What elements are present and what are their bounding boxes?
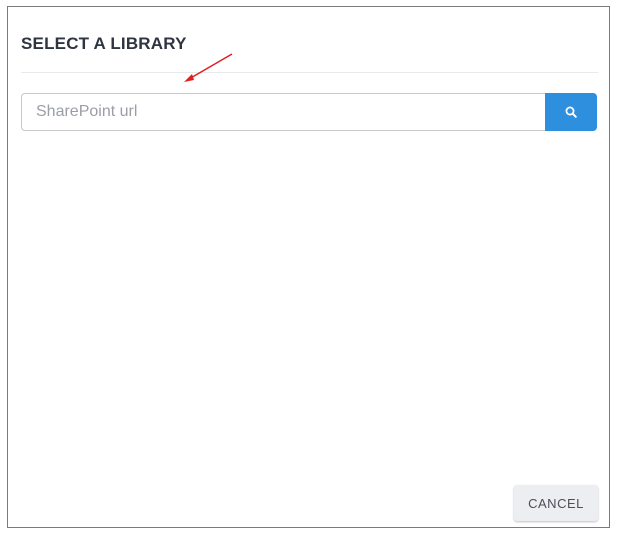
search-icon bbox=[565, 106, 577, 118]
title-divider bbox=[21, 72, 598, 73]
search-button[interactable] bbox=[545, 93, 597, 131]
search-bar bbox=[21, 93, 597, 131]
cancel-button[interactable]: CANCEL bbox=[514, 485, 598, 521]
dialog-title: SELECT A LIBRARY bbox=[21, 34, 187, 53]
sharepoint-url-input[interactable] bbox=[21, 93, 546, 131]
select-library-dialog: SELECT A LIBRARY CANCEL bbox=[7, 6, 610, 528]
